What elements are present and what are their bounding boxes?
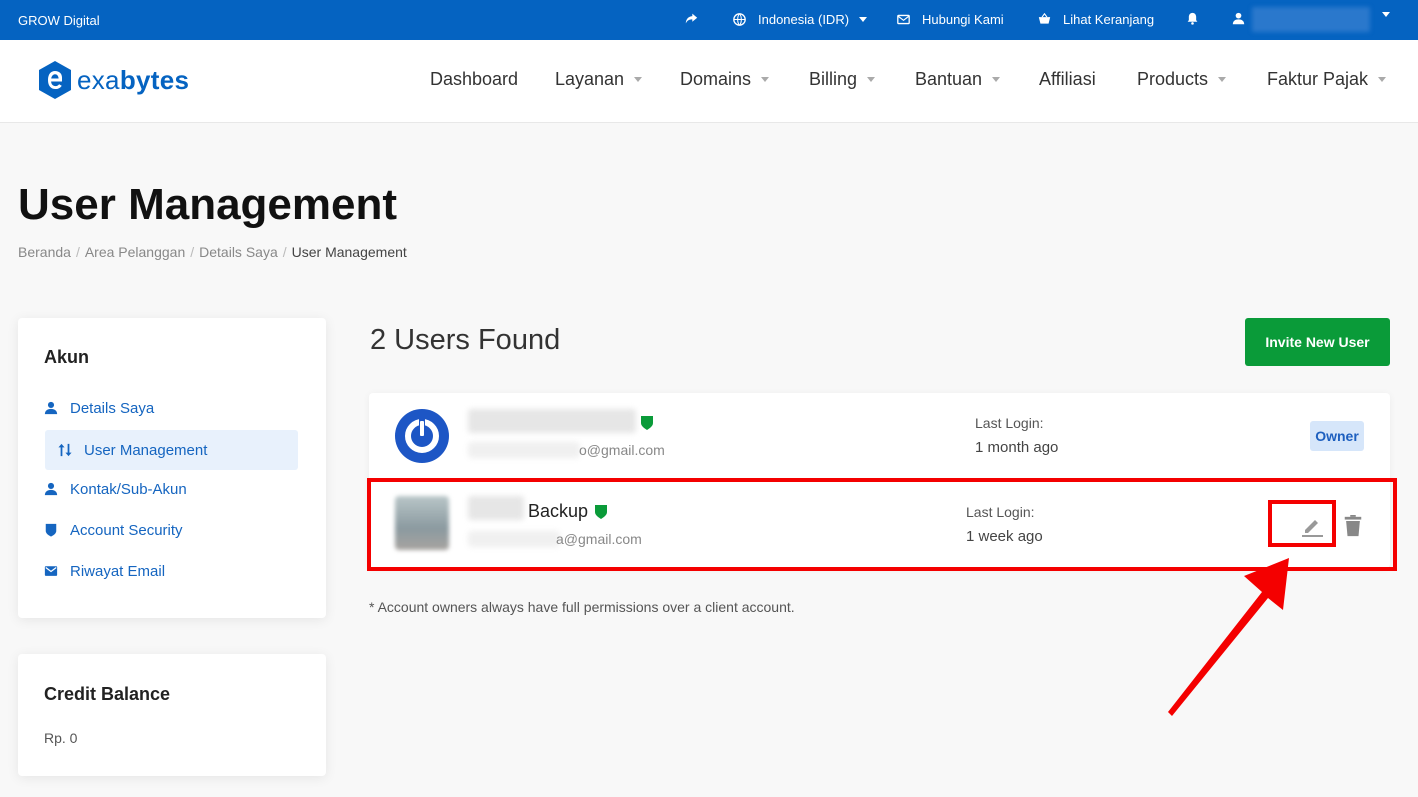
nav-faktur-pajak[interactable]: Faktur Pajak	[1267, 69, 1387, 90]
account-menu-toggle[interactable]	[1378, 12, 1390, 17]
credit-balance-title: Credit Balance	[44, 684, 171, 704]
chevron-down-icon	[867, 77, 876, 82]
nav-layanan[interactable]: Layanan	[555, 69, 643, 90]
email-redacted	[468, 531, 560, 547]
owner-permissions-note: * Account owners always have full permis…	[369, 599, 795, 615]
logo-wordmark: exabytes	[77, 64, 190, 95]
swap-icon	[58, 443, 72, 457]
top-bar: GROW Digital Indonesia (IDR) Hubungi Kam…	[0, 0, 1418, 40]
user-list: o@gmail.com Last Login: 1 month ago Owne…	[369, 393, 1390, 568]
credit-balance-value: Rp. 0	[44, 730, 78, 746]
sidebar-item-account-security[interactable]: Account Security	[44, 510, 298, 550]
row-divider	[369, 479, 1390, 480]
trash-icon	[1344, 515, 1362, 537]
exabytes-logo[interactable]: exabytes	[37, 60, 189, 100]
pencil-icon	[1302, 520, 1323, 537]
avatar	[395, 496, 449, 550]
chevron-down-icon	[634, 77, 643, 82]
chevron-down-icon	[1218, 77, 1227, 82]
cart-link[interactable]: Lihat Keranjang	[1038, 12, 1154, 27]
nav-bantuan[interactable]: Bantuan	[915, 69, 1001, 90]
shield-icon	[45, 523, 57, 537]
last-login-label: Last Login:	[975, 415, 1044, 431]
sidebar-item-user-management[interactable]: User Management	[45, 430, 298, 470]
bell-icon[interactable]	[1186, 12, 1199, 25]
last-login-value: 1 week ago	[966, 528, 1043, 545]
sidebar-item-label: Details Saya	[70, 399, 155, 417]
chevron-down-icon	[859, 17, 868, 22]
nav-dashboard[interactable]: Dashboard	[430, 69, 518, 90]
power-icon	[405, 419, 439, 453]
user-icon[interactable]	[1232, 12, 1245, 25]
breadcrumb: Beranda / Area Pelanggan / Details Saya / User…	[18, 244, 407, 260]
user-name-redacted	[468, 409, 636, 433]
last-login-value: 1 month ago	[975, 439, 1059, 456]
envelope-icon	[44, 566, 58, 576]
sidebar-item-riwayat-email[interactable]: Riwayat Email	[44, 551, 298, 591]
breadcrumb-details-saya[interactable]: Details Saya	[199, 244, 278, 260]
user-email: o@gmail.com	[579, 442, 665, 458]
edit-user-button[interactable]	[1298, 513, 1326, 539]
nav-products[interactable]: Products	[1137, 69, 1227, 90]
contact-link[interactable]: Hubungi Kami	[897, 12, 1004, 27]
breadcrumb-area-pelanggan[interactable]: Area Pelanggan	[85, 244, 185, 260]
cart-label: Lihat Keranjang	[1063, 12, 1155, 27]
avatar	[395, 409, 449, 463]
annotation-arrow-icon	[1168, 558, 1289, 716]
breadcrumb-current: User Management	[291, 244, 407, 260]
nav-domains[interactable]: Domains	[680, 69, 770, 90]
users-found-count: 2 Users Found	[370, 324, 561, 356]
breadcrumb-beranda[interactable]: Beranda	[18, 244, 71, 260]
sidebar-item-label: User Management	[84, 441, 208, 459]
nav-billing[interactable]: Billing	[809, 69, 876, 90]
share-icon[interactable]	[685, 12, 698, 25]
globe-icon	[733, 13, 746, 26]
chevron-down-icon	[761, 77, 770, 82]
brand-label: GROW Digital	[18, 13, 100, 28]
user-name: Backup	[528, 501, 589, 521]
main-header: exabytes Dashboard Layanan Domains Billi…	[0, 40, 1418, 123]
user-icon	[44, 401, 58, 415]
envelope-icon	[897, 14, 910, 25]
currency-selector[interactable]: Indonesia (IDR)	[733, 12, 868, 27]
sidebar-item-details-saya[interactable]: Details Saya	[44, 388, 298, 428]
chevron-down-icon	[992, 77, 1001, 82]
owner-badge: Owner	[1310, 421, 1364, 451]
user-email: a@gmail.com	[556, 531, 642, 547]
contact-label: Hubungi Kami	[922, 12, 1004, 27]
user-icon	[44, 482, 58, 496]
verified-shield-icon	[595, 505, 607, 519]
last-login-label: Last Login:	[966, 504, 1035, 520]
akun-title: Akun	[44, 347, 89, 367]
user-name-redacted	[468, 496, 524, 520]
sidebar-item-kontak-sub-akun[interactable]: Kontak/Sub-Akun	[44, 469, 298, 509]
account-menu-card: Akun Details Saya User Management Kontak…	[18, 318, 326, 618]
basket-icon	[1038, 13, 1051, 24]
delete-user-button[interactable]	[1341, 513, 1365, 539]
sidebar-item-label: Account Security	[70, 521, 183, 539]
verified-shield-icon	[641, 416, 653, 430]
logo-hexagon-icon	[39, 61, 71, 99]
nav-affiliasi[interactable]: Affiliasi	[1039, 69, 1096, 90]
credit-balance-card: Credit Balance Rp. 0	[18, 654, 326, 776]
sidebar-item-label: Riwayat Email	[70, 562, 166, 580]
chevron-down-icon	[1378, 77, 1387, 82]
sidebar-item-label: Kontak/Sub-Akun	[70, 480, 187, 498]
currency-label: Indonesia (IDR)	[758, 12, 850, 27]
page-title: User Management	[18, 180, 398, 229]
account-name-redacted[interactable]	[1252, 7, 1370, 32]
chevron-down-icon	[1382, 12, 1390, 17]
invite-new-user-button[interactable]: Invite New User	[1245, 318, 1390, 366]
email-redacted	[468, 442, 580, 458]
